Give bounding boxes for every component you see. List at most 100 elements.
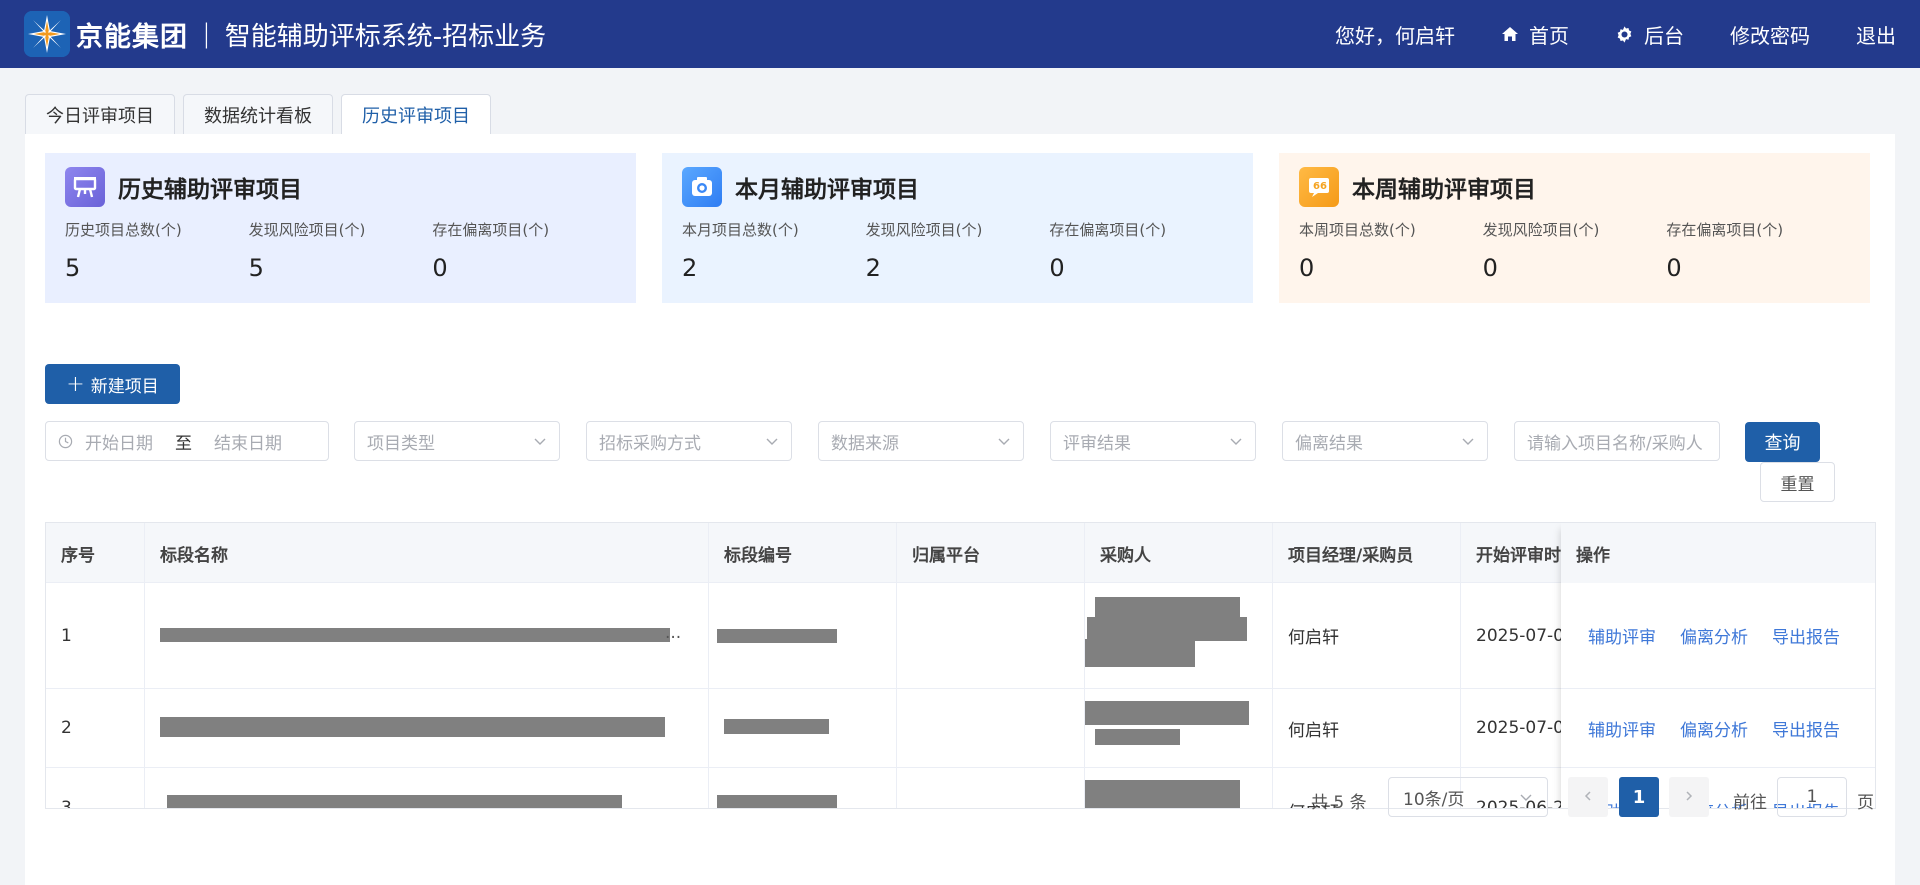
redacted-block <box>1095 729 1180 745</box>
project-table: 序号 标段名称 标段编号 归属平台 采购人 项目经理/采购员 开始评审时 1 .… <box>45 522 1876 809</box>
clock-icon <box>58 434 73 449</box>
card-title: 历史辅助评审项目 <box>118 177 302 203</box>
deviation-result-select[interactable]: 偏离结果 <box>1282 421 1488 461</box>
platform-cell <box>897 689 1085 767</box>
change-password-label: 修改密码 <box>1730 23 1810 48</box>
purchaser-cell <box>1085 689 1273 767</box>
stat-value: 0 <box>432 254 448 282</box>
plus-icon: + <box>66 371 85 397</box>
actions-column: 操作 辅助评审 偏离分析 导出报告 辅助评审 偏离分析 导出报告 辅助评审 偏离… <box>1561 523 1875 808</box>
platform-cell <box>897 768 1085 808</box>
column-header: 标段名称 <box>145 523 709 583</box>
page-size-value: 10条/页 <box>1403 789 1465 810</box>
project-type-placeholder: 项目类型 <box>367 433 435 454</box>
admin-link[interactable]: 后台 <box>1615 20 1684 49</box>
section-code-cell <box>709 689 897 767</box>
chevron-down-icon <box>1461 434 1475 448</box>
end-date-placeholder[interactable]: 结束日期 <box>214 429 282 454</box>
column-header: 采购人 <box>1085 523 1273 583</box>
section-name-cell[interactable]: ... <box>145 583 709 688</box>
title-separator: | <box>202 19 211 49</box>
logout-link[interactable]: 退出 <box>1856 20 1896 49</box>
change-password-link[interactable]: 修改密码 <box>1730 20 1810 49</box>
next-page-button[interactable] <box>1669 777 1709 817</box>
start-time-cell: 2025-07-0 <box>1476 718 1563 738</box>
tab-today-review[interactable]: 今日评审项目 <box>25 94 175 134</box>
export-report-link[interactable]: 导出报告 <box>1772 623 1840 648</box>
deviation-analysis-link[interactable]: 偏离分析 <box>1680 716 1748 741</box>
chevron-down-icon <box>1229 434 1243 448</box>
redacted-block <box>717 629 837 643</box>
stat-label: 存在偏离项目(个) <box>1666 221 1784 239</box>
platform-cell <box>897 583 1085 688</box>
stat-value: 0 <box>1299 254 1315 282</box>
project-type-select[interactable]: 项目类型 <box>354 421 560 461</box>
column-header: 项目经理/采购员 <box>1273 523 1461 583</box>
chevron-down-icon <box>765 434 779 448</box>
page-size-select[interactable]: 10条/页 <box>1388 777 1548 817</box>
redacted-block <box>160 717 665 737</box>
week-summary-card: 66 本周辅助评审项目 本周项目总数(个) 0 发现风险项目(个) 0 存在偏离项目… <box>1279 153 1870 303</box>
row-index: 3 <box>46 768 145 808</box>
purchaser-cell <box>1085 768 1273 808</box>
stat-value: 0 <box>1666 254 1682 282</box>
card-title: 本周辅助评审项目 <box>1352 177 1536 203</box>
redacted-block <box>717 795 837 808</box>
new-project-label: 新建项目 <box>90 376 159 397</box>
tab-bar: 今日评审项目 数据统计看板 历史评审项目 <box>25 94 1895 134</box>
stat-value: 0 <box>1049 254 1065 282</box>
search-button[interactable]: 查询 <box>1745 422 1820 462</box>
start-time-cell: 2025-07-0 <box>1476 625 1563 646</box>
stat-label: 本月项目总数(个) <box>682 221 799 239</box>
redacted-block <box>160 628 670 642</box>
stat-label: 历史项目总数(个) <box>65 221 182 239</box>
history-panel: 历史辅助评审项目 历史项目总数(个) 5 发现风险项目(个) 5 存在偏离项目(个)… <box>25 134 1895 885</box>
keyword-search-input[interactable]: 请输入项目名称/采购人 <box>1514 421 1720 461</box>
current-page-button[interactable]: 1 <box>1619 777 1659 817</box>
assisted-review-link[interactable]: 辅助评审 <box>1588 716 1656 741</box>
manager-cell: 何启轩 <box>1273 583 1461 688</box>
chevron-right-icon <box>1683 787 1695 807</box>
procurement-method-placeholder: 招标采购方式 <box>599 433 701 454</box>
assisted-review-link[interactable]: 辅助评审 <box>1588 623 1656 648</box>
logo-text: 京能集团 <box>76 21 188 53</box>
goto-page-input[interactable]: 1 <box>1777 777 1847 817</box>
review-result-placeholder: 评审结果 <box>1063 433 1131 454</box>
tab-history-review[interactable]: 历史评审项目 <box>341 94 491 134</box>
row-index: 1 <box>46 583 145 688</box>
section-name-cell[interactable] <box>145 689 709 767</box>
svg-text:66: 66 <box>1313 181 1327 192</box>
stat-value: 5 <box>248 254 264 282</box>
redacted-block <box>167 795 622 808</box>
stat-value: 2 <box>865 254 881 282</box>
chevron-down-icon <box>533 434 547 448</box>
redacted-block <box>1085 639 1195 667</box>
new-project-button[interactable]: + 新建项目 <box>45 364 180 404</box>
review-result-select[interactable]: 评审结果 <box>1050 421 1256 461</box>
home-link[interactable]: 首页 <box>1501 20 1569 49</box>
stat-label: 存在偏离项目(个) <box>1049 221 1167 239</box>
brand-logo[interactable]: 京能集团 <box>24 11 188 57</box>
stat-label: 发现风险项目(个) <box>865 221 983 239</box>
prev-page-button[interactable] <box>1568 777 1608 817</box>
goto-label: 前往 <box>1733 793 1767 813</box>
date-range-picker[interactable]: 开始日期 至 结束日期 <box>45 421 329 461</box>
data-source-select[interactable]: 数据来源 <box>818 421 1024 461</box>
export-report-link[interactable]: 导出报告 <box>1772 716 1840 741</box>
start-date-placeholder[interactable]: 开始日期 <box>85 429 153 454</box>
stat-label: 存在偏离项目(个) <box>432 221 550 239</box>
stat-value: 2 <box>682 254 698 282</box>
manager-cell: 何启轩 <box>1273 689 1461 767</box>
home-link-label: 首页 <box>1529 23 1569 48</box>
reset-button[interactable]: 重置 <box>1760 462 1835 502</box>
row-actions: 辅助评审 偏离分析 导出报告 <box>1561 583 1875 689</box>
stat-label: 发现风险项目(个) <box>1482 221 1600 239</box>
top-bar: 京能集团 | 智能辅助评标系统-招标业务 您好，何启轩 首页 后台 修改密码 退… <box>0 0 1920 68</box>
procurement-method-select[interactable]: 招标采购方式 <box>586 421 792 461</box>
tab-statistics-dashboard[interactable]: 数据统计看板 <box>183 94 333 134</box>
stat-label: 发现风险项目(个) <box>248 221 366 239</box>
deviation-analysis-link[interactable]: 偏离分析 <box>1680 623 1748 648</box>
redacted-block <box>724 719 829 734</box>
chevron-down-icon <box>997 434 1011 448</box>
section-name-cell[interactable] <box>145 768 709 808</box>
